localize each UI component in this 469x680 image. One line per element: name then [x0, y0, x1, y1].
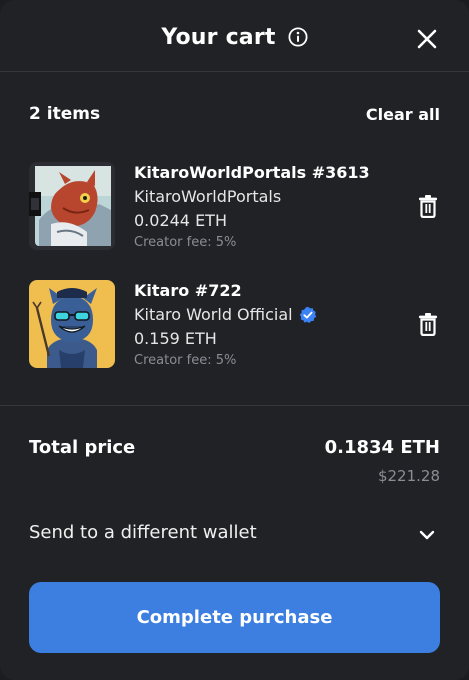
send-to-wallet-toggle[interactable]: Send to a different wallet	[29, 518, 440, 550]
verified-badge-icon	[299, 306, 317, 324]
info-icon[interactable]	[288, 27, 308, 47]
cart-panel: Your cart 2 items Clear all KitaroWorldP…	[0, 0, 469, 680]
cart-item: KitaroWorldPortals #3613 KitaroWorldPort…	[29, 162, 440, 250]
title-group: Your cart	[0, 20, 469, 54]
complete-purchase-button[interactable]: Complete purchase	[29, 582, 440, 653]
total-price-label: Total price	[29, 437, 136, 458]
cart-header: Your cart	[0, 0, 469, 72]
item-collection: Kitaro World Official	[134, 303, 317, 327]
total-price-eth: 0.1834 ETH	[324, 437, 440, 458]
close-button[interactable]	[414, 26, 440, 52]
item-creator-fee: Creator fee: 5%	[134, 235, 237, 250]
item-info: KitaroWorldPortals #3613 KitaroWorldPort…	[134, 162, 370, 253]
item-creator-fee: Creator fee: 5%	[134, 353, 237, 368]
cart-title: Your cart	[161, 24, 276, 50]
remove-item-button[interactable]	[417, 194, 439, 219]
item-info: Kitaro #722 Kitaro World Official 0.159 …	[134, 280, 317, 371]
trash-icon	[419, 313, 437, 337]
item-count: 2 items	[29, 104, 101, 124]
chevron-down-icon	[419, 530, 435, 540]
clear-all-button[interactable]: Clear all	[366, 105, 440, 124]
close-icon	[417, 29, 437, 49]
remove-item-button[interactable]	[417, 312, 439, 337]
trash-icon	[419, 195, 437, 219]
nft-thumbnail[interactable]	[29, 280, 115, 368]
collection-name[interactable]: Kitaro World Official	[134, 303, 293, 327]
collection-name[interactable]: KitaroWorldPortals	[134, 185, 281, 209]
send-to-wallet-label: Send to a different wallet	[29, 522, 257, 543]
complete-purchase-label: Complete purchase	[136, 607, 333, 628]
item-collection: KitaroWorldPortals	[134, 185, 370, 209]
item-price: 0.0244 ETH	[134, 211, 227, 230]
item-name[interactable]: Kitaro #722	[134, 280, 317, 302]
cart-item: Kitaro #722 Kitaro World Official 0.159 …	[29, 280, 440, 368]
item-price: 0.159 ETH	[134, 329, 217, 348]
item-name[interactable]: KitaroWorldPortals #3613	[134, 162, 370, 184]
section-divider	[0, 405, 469, 406]
total-price-usd: $221.28	[377, 467, 440, 485]
nft-thumbnail[interactable]	[29, 162, 115, 250]
